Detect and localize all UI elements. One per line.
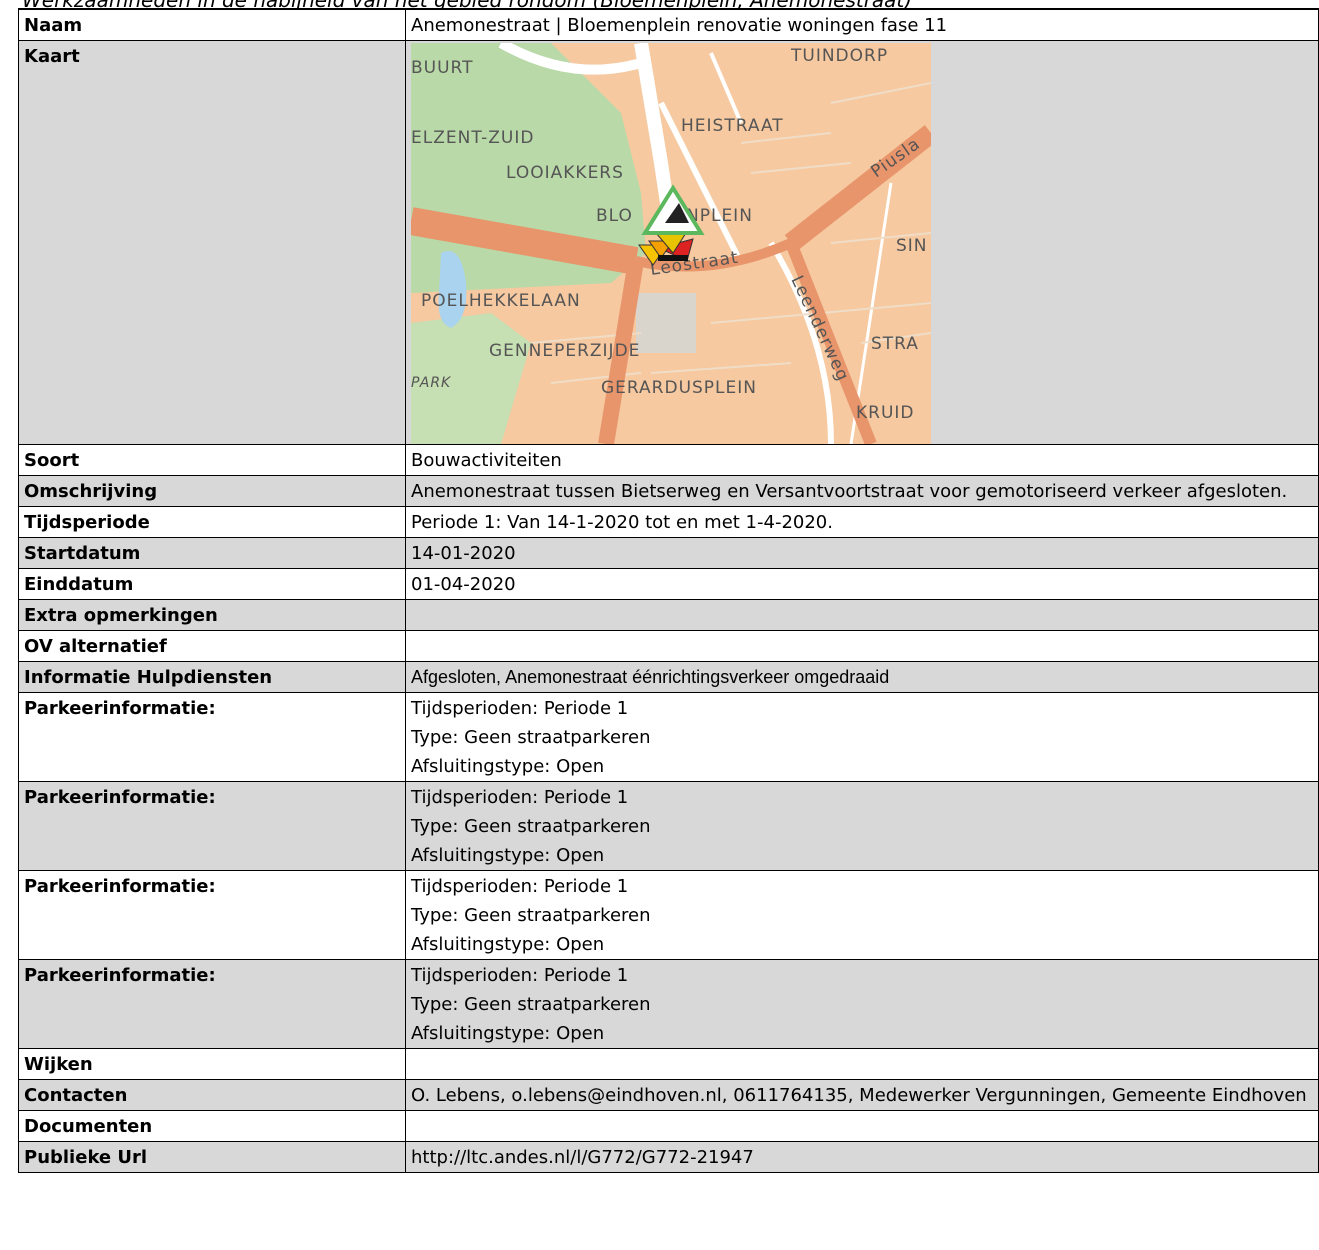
value-parkeerinformatie: Tijdsperioden: Periode 1 Type: Geen stra… (405, 781, 1319, 871)
label-omschrijving: Omschrijving (18, 475, 406, 507)
row-kaart: Kaart BUURT TUINDORP ELZENT-ZUID HEISTRA… (18, 40, 1319, 445)
value-wijken (405, 1048, 1319, 1080)
row-contacten: Contacten O. Lebens, o.lebens@eindhoven.… (18, 1079, 1319, 1111)
label-extra-opmerkingen: Extra opmerkingen (18, 599, 406, 631)
label-ov-alternatief: OV alternatief (18, 630, 406, 662)
parkeer-afsluitingstype: Afsluitingstype: Open (411, 934, 605, 955)
value-parkeerinformatie: Tijdsperioden: Periode 1 Type: Geen stra… (405, 870, 1319, 960)
label-informatie-hulpdiensten: Informatie Hulpdiensten (18, 661, 406, 693)
label-startdatum: Startdatum (18, 537, 406, 569)
row-parkeerinformatie-3: Parkeerinformatie: Tijdsperioden: Period… (18, 870, 1319, 960)
label-parkeerinformatie: Parkeerinformatie: (18, 781, 406, 871)
parkeer-type: Type: Geen straatparkeren (411, 994, 651, 1015)
svg-text:HEISTRAAT: HEISTRAAT (681, 116, 784, 136)
row-extra-opmerkingen: Extra opmerkingen (18, 599, 1319, 631)
value-ov-alternatief (405, 630, 1319, 662)
svg-text:SIN: SIN (896, 236, 928, 256)
label-einddatum: Einddatum (18, 568, 406, 600)
row-parkeerinformatie-2: Parkeerinformatie: Tijdsperioden: Period… (18, 781, 1319, 871)
label-publieke-url: Publieke Url (18, 1141, 406, 1173)
row-soort: Soort Bouwactiviteiten (18, 444, 1319, 476)
parkeer-type: Type: Geen straatparkeren (411, 727, 651, 748)
parkeer-tijdsperioden: Tijdsperioden: Periode 1 (411, 698, 629, 719)
parkeer-afsluitingstype: Afsluitingstype: Open (411, 1023, 605, 1044)
value-startdatum: 14-01-2020 (405, 537, 1319, 569)
svg-text:LOOIAKKERS: LOOIAKKERS (506, 163, 624, 183)
svg-text:PARK: PARK (411, 375, 452, 391)
row-parkeerinformatie-1: Parkeerinformatie: Tijdsperioden: Period… (18, 692, 1319, 782)
row-einddatum: Einddatum 01-04-2020 (18, 568, 1319, 600)
value-naam: Anemonestraat | Bloemenplein renovatie w… (405, 8, 1319, 41)
row-ov-alternatief: OV alternatief (18, 630, 1319, 662)
row-wijken: Wijken (18, 1048, 1319, 1080)
row-tijdsperiode: Tijdsperiode Periode 1: Van 14-1-2020 to… (18, 506, 1319, 538)
value-contacten: O. Lebens, o.lebens@eindhoven.nl, 061176… (405, 1079, 1319, 1111)
parkeer-tijdsperioden: Tijdsperioden: Periode 1 (411, 965, 629, 986)
label-soort: Soort (18, 444, 406, 476)
svg-text:KRUID: KRUID (856, 403, 915, 423)
parkeer-tijdsperioden: Tijdsperioden: Periode 1 (411, 876, 629, 897)
row-naam: Naam Anemonestraat | Bloemenplein renova… (18, 8, 1319, 41)
parkeer-type: Type: Geen straatparkeren (411, 816, 651, 837)
label-tijdsperiode: Tijdsperiode (18, 506, 406, 538)
row-documenten: Documenten (18, 1110, 1319, 1142)
public-url-link[interactable]: http://ltc.andes.nl/l/G772/G772-21947 (405, 1141, 1319, 1173)
cut-off-header: Werkzaamheden in de nabijheid van het ge… (0, 0, 1319, 8)
label-parkeerinformatie: Parkeerinformatie: (18, 692, 406, 782)
svg-text:POELHEKKELAAN: POELHEKKELAAN (421, 291, 581, 311)
value-informatie-hulpdiensten: Afgesloten, Anemonestraat éénrichtingsve… (405, 661, 1319, 693)
row-parkeerinformatie-4: Parkeerinformatie: Tijdsperioden: Period… (18, 959, 1319, 1049)
label-kaart: Kaart (18, 40, 406, 445)
row-startdatum: Startdatum 14-01-2020 (18, 537, 1319, 569)
svg-text:GENNEPERZIJDE: GENNEPERZIJDE (489, 341, 640, 361)
label-parkeerinformatie: Parkeerinformatie: (18, 870, 406, 960)
svg-text:TUINDORP: TUINDORP (790, 46, 888, 66)
row-omschrijving: Omschrijving Anemonestraat tussen Bietse… (18, 475, 1319, 507)
value-kaart: BUURT TUINDORP ELZENT-ZUID HEISTRAAT LOO… (405, 40, 1319, 445)
label-naam: Naam (18, 8, 406, 41)
svg-text:BLO: BLO (596, 206, 633, 226)
row-informatie-hulpdiensten: Informatie Hulpdiensten Afgesloten, Anem… (18, 661, 1319, 693)
label-contacten: Contacten (18, 1079, 406, 1111)
map-image: BUURT TUINDORP ELZENT-ZUID HEISTRAAT LOO… (411, 43, 931, 444)
value-einddatum: 01-04-2020 (405, 568, 1319, 600)
value-omschrijving: Anemonestraat tussen Bietserweg en Versa… (405, 475, 1319, 507)
svg-text:ELZENT-ZUID: ELZENT-ZUID (411, 128, 534, 148)
value-extra-opmerkingen (405, 599, 1319, 631)
svg-text:STRA: STRA (871, 334, 919, 354)
parkeer-afsluitingstype: Afsluitingstype: Open (411, 756, 605, 777)
value-soort: Bouwactiviteiten (405, 444, 1319, 476)
value-tijdsperiode: Periode 1: Van 14-1-2020 tot en met 1-4-… (405, 506, 1319, 538)
row-publieke-url: Publieke Url http://ltc.andes.nl/l/G772/… (18, 1141, 1319, 1173)
parkeer-tijdsperioden: Tijdsperioden: Periode 1 (411, 787, 629, 808)
label-parkeerinformatie: Parkeerinformatie: (18, 959, 406, 1049)
value-parkeerinformatie: Tijdsperioden: Periode 1 Type: Geen stra… (405, 692, 1319, 782)
svg-text:BUURT: BUURT (411, 58, 474, 78)
label-documenten: Documenten (18, 1110, 406, 1142)
svg-text:GERARDUSPLEIN: GERARDUSPLEIN (601, 378, 757, 398)
info-table: Naam Anemonestraat | Bloemenplein renova… (18, 8, 1319, 1173)
value-parkeerinformatie: Tijdsperioden: Periode 1 Type: Geen stra… (405, 959, 1319, 1049)
parkeer-type: Type: Geen straatparkeren (411, 905, 651, 926)
parkeer-afsluitingstype: Afsluitingstype: Open (411, 845, 605, 866)
label-wijken: Wijken (18, 1048, 406, 1080)
value-documenten (405, 1110, 1319, 1142)
